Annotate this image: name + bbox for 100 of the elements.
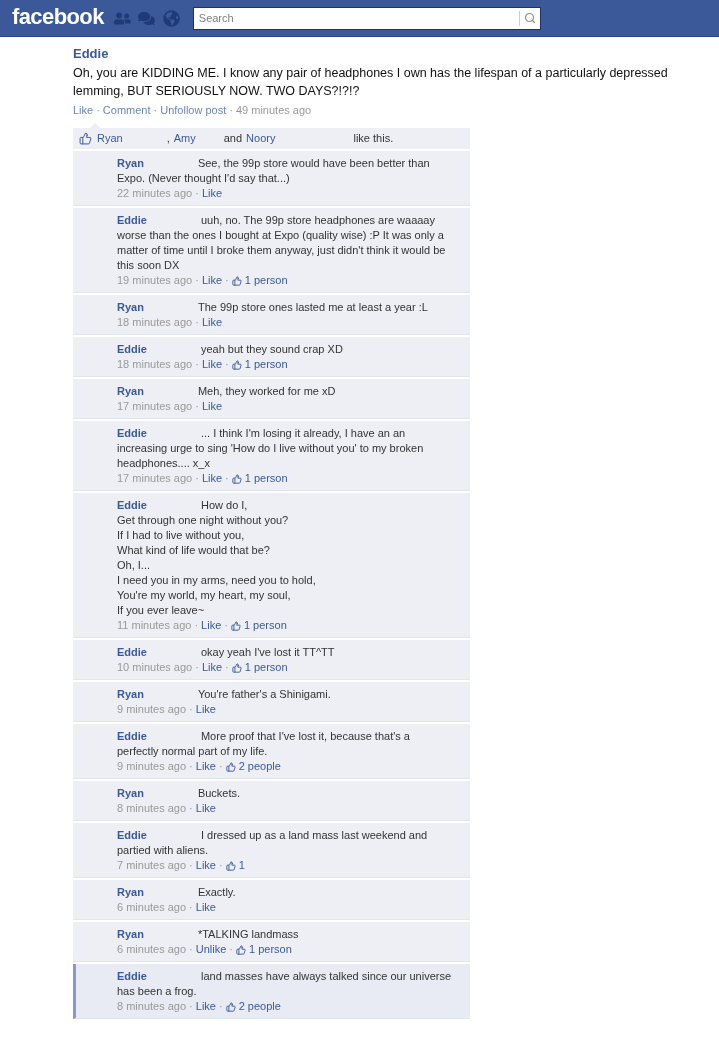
thumbs-up-icon <box>225 860 236 871</box>
like-count-link[interactable]: 2 people <box>238 759 281 774</box>
thumbs-up-icon <box>231 473 242 484</box>
logo[interactable]: facebook <box>12 5 104 28</box>
comment-text: Ryan *TALKING landmass <box>117 927 300 942</box>
separator-dot: · <box>225 357 229 372</box>
comment-text: Ryan Buckets. <box>117 786 242 801</box>
action-link[interactable]: Like <box>201 399 223 414</box>
author-link[interactable]: Ryan <box>117 385 144 397</box>
thumbs-up-icon <box>225 1001 236 1012</box>
liker-link[interactable]: Noory <box>246 130 276 147</box>
author-link[interactable]: Ryan <box>117 301 144 313</box>
action-link[interactable]: Like <box>201 315 223 330</box>
separator-dot: · <box>96 103 100 118</box>
action-link[interactable]: Unlike <box>195 942 227 957</box>
separator-dot: · <box>189 900 193 915</box>
timestamp: 18 minutes ago <box>117 315 193 330</box>
separator-dot: · <box>189 702 193 717</box>
separator-dot: · <box>229 942 234 957</box>
thumbs-up-icon <box>231 662 242 673</box>
separator-dot: · <box>195 273 199 288</box>
author-link[interactable]: Eddie <box>117 829 147 841</box>
separator-dot: · <box>225 471 229 486</box>
action-link[interactable]: Like <box>195 801 216 816</box>
action-link[interactable]: Like <box>195 858 216 873</box>
like-count-link[interactable]: 2 people <box>238 999 281 1014</box>
messages-icon[interactable] <box>137 9 155 27</box>
like-count-link[interactable]: 1 person <box>244 273 288 288</box>
separator-dot: · <box>229 103 233 118</box>
author-link[interactable]: Eddie <box>117 730 147 742</box>
timestamp: 22 minutes ago <box>117 186 193 201</box>
comment-text: Ryan You're father's a Shinigami. <box>117 687 332 702</box>
likes-text: , <box>166 131 170 147</box>
separator-dot: · <box>195 357 199 372</box>
action-link[interactable]: Like <box>73 103 94 118</box>
timestamp: 19 minutes ago <box>117 273 193 288</box>
separator-dot: · <box>189 759 193 774</box>
comment-text: Eddie How do I, Get through one night without you? If I had to live without you, What kind of life would that be? Oh, I... I need you in my arms, need you to hold, You're my world, my heart, my soul, If you ever leave~ <box>117 498 317 618</box>
action-link[interactable]: Like <box>195 999 216 1014</box>
action-link[interactable]: Like <box>201 357 223 372</box>
like-count-link[interactable]: 1 person <box>243 618 287 633</box>
action-link[interactable]: Like <box>201 273 223 288</box>
thumbs-up-icon <box>225 761 236 772</box>
action-link[interactable]: Like <box>201 471 223 486</box>
like-count-link[interactable]: 1 person <box>249 942 292 957</box>
like-count-link[interactable]: 1 person <box>244 660 288 675</box>
like-count-link[interactable]: 1 <box>238 858 245 873</box>
separator-dot: · <box>225 660 229 675</box>
timestamp: 7 minutes ago <box>117 858 187 873</box>
author-link[interactable]: Ryan <box>117 688 144 700</box>
author-link[interactable]: Eddie <box>73 46 109 62</box>
timestamp: 49 minutes ago <box>235 103 312 118</box>
author-link[interactable]: Ryan <box>117 886 144 898</box>
author-link[interactable]: Ryan <box>117 157 144 169</box>
author-link[interactable]: Eddie <box>117 970 147 982</box>
post-text: Oh, you are KIDDING ME. I know any pair of headphones I own has the lifespan of a particularly depressed lemming, BUT SERIOUSLY NOW. TWO DAYS?!?!? <box>73 65 669 100</box>
separator-dot: · <box>153 103 158 118</box>
timestamp: 17 minutes ago <box>117 471 193 486</box>
like-count-link[interactable]: 1 person <box>244 471 288 486</box>
action-link[interactable]: Like <box>195 759 216 774</box>
action-link[interactable]: Unfollow post <box>160 103 227 118</box>
comment-text: Eddie I dressed up as a land mass last weekend and partied with aliens. <box>117 828 429 858</box>
comment-text: Ryan See, the 99p store would have been better than Expo. (Never thought I'd say that...) <box>117 156 431 186</box>
action-link[interactable]: Like <box>195 900 216 915</box>
author-link[interactable]: Ryan <box>117 787 144 799</box>
action-link[interactable]: Like <box>201 186 223 201</box>
author-link[interactable]: Eddie <box>117 646 147 658</box>
timestamp: 18 minutes ago <box>117 357 193 372</box>
separator-dot: · <box>189 858 193 873</box>
like-count-link[interactable]: 1 person <box>244 357 288 372</box>
timestamp: 6 minutes ago <box>117 900 187 915</box>
thumbs-up-icon <box>230 620 241 631</box>
author-link[interactable]: Eddie <box>117 214 147 226</box>
separator-dot: · <box>195 660 199 675</box>
separator-dot: · <box>195 315 199 330</box>
timestamp: 8 minutes ago <box>117 999 187 1014</box>
action-link[interactable]: Like <box>201 618 222 633</box>
notifications-icon[interactable] <box>162 9 180 27</box>
action-link[interactable]: Comment <box>102 103 151 118</box>
liker-link[interactable]: Amy <box>173 130 196 147</box>
timestamp: 11 minutes ago <box>117 618 192 633</box>
action-link[interactable]: Like <box>201 660 223 675</box>
author-link[interactable]: Eddie <box>117 343 147 355</box>
timestamp: 10 minutes ago <box>117 660 193 675</box>
likes-text: like this. <box>353 131 394 147</box>
liker-link[interactable]: Ryan <box>97 130 123 147</box>
comment-text: Eddie ... I think I'm losing it already, I have an an increasing urge to sing 'How do I live without you' to my broken headphones.... x_x <box>117 426 425 471</box>
author-link[interactable]: Eddie <box>117 499 147 511</box>
timestamp: 8 minutes ago <box>117 801 187 816</box>
thumbs-up-icon <box>79 132 92 145</box>
action-link[interactable]: Like <box>195 702 216 717</box>
author-link[interactable]: Ryan <box>117 928 144 940</box>
separator-dot: · <box>218 858 223 873</box>
thumbs-up-icon <box>236 944 247 955</box>
comment-text: Ryan The 99p store ones lasted me at least a year :L <box>117 300 429 315</box>
comment-text: Eddie uuh, no. The 99p store headphones are waaaay worse than the ones I bought at Expo (quality wise) :P It was only a matter of time until I broke them anyway, just didn't think it would be this soon DX <box>117 213 447 273</box>
separator-dot: · <box>224 618 228 633</box>
separator-dot: · <box>189 801 193 816</box>
author-link[interactable]: Eddie <box>117 427 147 439</box>
comment-text: Ryan Exactly. <box>117 885 237 900</box>
